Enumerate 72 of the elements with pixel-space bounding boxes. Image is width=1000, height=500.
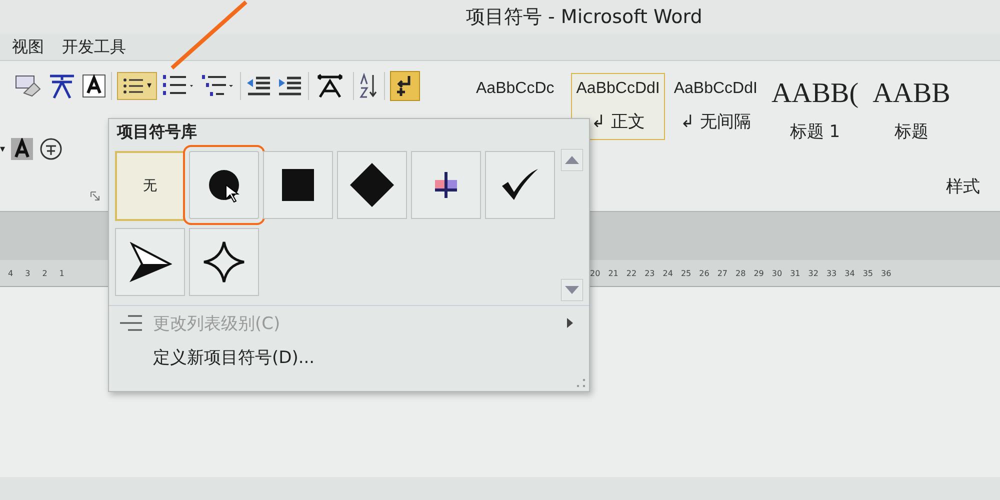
ruler-number: 25 (680, 268, 692, 278)
style-option[interactable]: AaBbCcDc (471, 73, 560, 105)
caret-icon[interactable]: ▾ (0, 144, 6, 154)
ruler-number: 35 (862, 268, 873, 278)
dialog-launcher-icon[interactable] (90, 191, 100, 201)
resize-grip-icon[interactable] (576, 378, 586, 388)
ruler-number: 4 (8, 268, 14, 278)
menu-item[interactable]: 定义新项目符号(D)... (109, 340, 589, 374)
scroll-up-icon[interactable] (561, 149, 583, 171)
show-marks-button[interactable] (390, 71, 420, 101)
style-option[interactable]: AABB 标题 (868, 73, 956, 150)
eraser-icon[interactable] (14, 73, 42, 99)
submenu-arrow-icon (567, 318, 573, 328)
ruler-number: 31 (790, 268, 800, 278)
style-name: ↲ 正文 (591, 111, 645, 133)
ruler-number: 27 (717, 268, 728, 278)
bullet-option[interactable]: 无 (115, 151, 185, 221)
ruler-number: 20 (590, 268, 600, 278)
character-shading-icon[interactable] (11, 138, 34, 160)
style-name: 标题 1 (790, 121, 840, 143)
ruler-number: 32 (808, 268, 818, 278)
ruler-number: 26 (699, 268, 710, 278)
group-label: 样式 (946, 176, 980, 198)
bullets-icon (122, 77, 144, 95)
scroll-down-icon[interactable] (561, 279, 583, 301)
ruler-number: 24 (662, 268, 673, 278)
sort-icon[interactable] (358, 73, 379, 99)
list-level-icon (118, 314, 144, 332)
multilevel-list-icon[interactable] (200, 73, 235, 99)
ruler-number: 23 (644, 268, 655, 278)
ruler-number: 30 (772, 268, 782, 278)
menu-tab[interactable]: 视图 (12, 36, 44, 58)
bullet-option[interactable] (115, 228, 185, 296)
ruler-number: 21 (608, 268, 618, 278)
ruler-number: 33 (826, 268, 837, 278)
ruler-number: 34 (844, 268, 855, 278)
style-preview: AABB( (771, 80, 859, 108)
style-preview: AaBbCcDdI (576, 80, 660, 98)
arrowhead-icon (128, 242, 172, 282)
ruler-number: 22 (626, 268, 637, 278)
style-preview: AABB (872, 80, 950, 108)
increase-indent-icon[interactable] (276, 75, 303, 97)
ruler-number: 2 (42, 268, 48, 278)
square-icon (281, 168, 315, 202)
ruler-number: 3 (25, 268, 30, 278)
style-preview: AaBbCcDc (476, 80, 554, 98)
bullet-option[interactable] (337, 151, 407, 219)
enclose-character-icon[interactable] (39, 137, 64, 161)
ruler-number: 29 (754, 268, 764, 278)
style-name: ↲ 无间隔 (680, 111, 751, 133)
checkmark-icon (500, 168, 540, 202)
style-option[interactable]: AaBbCcDdI ↲ 正文 (571, 73, 665, 140)
bullet-option[interactable] (485, 151, 555, 219)
character-border-icon[interactable] (82, 74, 106, 98)
style-option[interactable]: AABB( 标题 1 (766, 73, 864, 150)
diamond-icon (349, 162, 395, 208)
decrease-indent-icon[interactable] (246, 75, 272, 97)
style-preview: AaBbCcDdI (674, 80, 758, 98)
ruler-number: 1 (59, 268, 64, 278)
menu-heading: 项目符号库 (116, 121, 198, 143)
style-name: 标题 (894, 121, 928, 143)
bullet-option[interactable] (263, 151, 333, 219)
ruler-number: 28 (736, 268, 746, 278)
ruler-number: 36 (881, 268, 892, 278)
bullets-button[interactable]: ▾ (117, 72, 157, 100)
four-point-star-icon (202, 240, 246, 284)
menu-tab[interactable]: 开发工具 (62, 36, 126, 58)
bullet-option[interactable] (189, 228, 259, 296)
style-option[interactable]: AaBbCcDdI ↲ 无间隔 (668, 73, 762, 140)
phonetic-guide-icon[interactable] (47, 72, 77, 100)
window-title: 项目符号 - Microsoft Word (466, 5, 702, 30)
bullet-option[interactable] (411, 151, 481, 219)
